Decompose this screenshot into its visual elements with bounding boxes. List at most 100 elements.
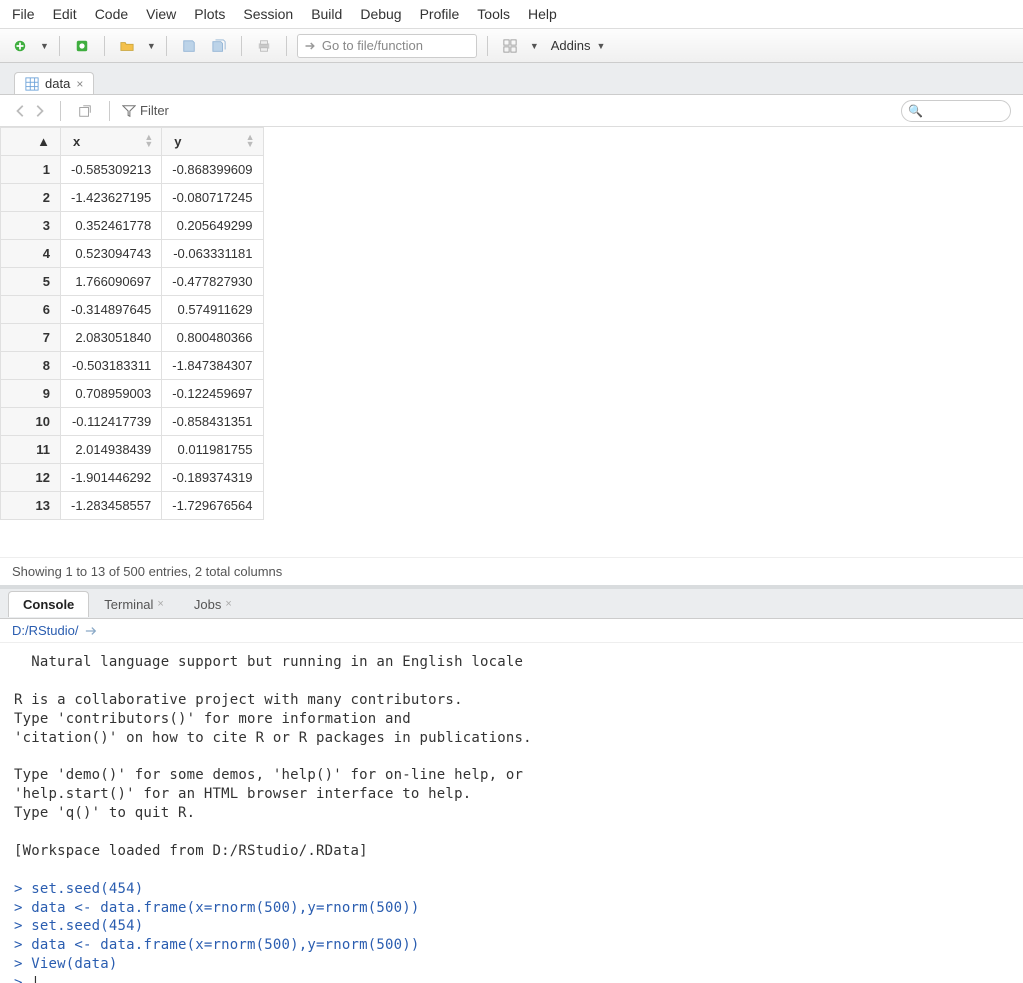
- console-command-line: > set.seed(454): [14, 917, 1009, 936]
- close-tab-icon[interactable]: ×: [157, 598, 163, 610]
- close-tab-icon[interactable]: ×: [76, 77, 83, 91]
- menu-session[interactable]: Session: [243, 6, 293, 22]
- bottom-tab-strip: Console Terminal×Jobs×: [0, 589, 1023, 619]
- menu-debug[interactable]: Debug: [360, 6, 401, 22]
- cell-x: 0.523094743: [61, 240, 162, 268]
- menu-build[interactable]: Build: [311, 6, 342, 22]
- addins-menu[interactable]: Addins ▼: [551, 38, 606, 53]
- cell-x: 2.014938439: [61, 436, 162, 464]
- menu-edit[interactable]: Edit: [53, 6, 77, 22]
- save-all-button[interactable]: [207, 34, 231, 58]
- tab-jobs[interactable]: Jobs×: [179, 591, 247, 617]
- cell-y: -0.868399609: [162, 156, 263, 184]
- column-header-x[interactable]: x ▲▼: [61, 128, 162, 156]
- cell-y: 0.800480366: [162, 324, 263, 352]
- cell-y: -0.477827930: [162, 268, 263, 296]
- separator: [241, 36, 242, 56]
- cell-x: -1.423627195: [61, 184, 162, 212]
- data-viewer-toolbar: Filter 🔍: [0, 95, 1023, 127]
- column-header-label: y: [174, 134, 181, 149]
- cell-x: 1.766090697: [61, 268, 162, 296]
- table-row[interactable]: 30.3524617780.205649299: [1, 212, 264, 240]
- close-tab-icon[interactable]: ×: [225, 598, 231, 610]
- menu-file[interactable]: File: [12, 6, 35, 22]
- console-command-line: > data <- data.frame(x=rnorm(500),y=rnor…: [14, 899, 1009, 918]
- row-number-cell: 7: [1, 324, 61, 352]
- search-icon: 🔍: [908, 104, 923, 118]
- popout-button[interactable]: [73, 99, 97, 123]
- cell-y: -0.189374319: [162, 464, 263, 492]
- document-tab-strip: data ×: [0, 63, 1023, 95]
- open-recent-dropdown-icon[interactable]: ▼: [147, 41, 156, 51]
- row-number-cell: 2: [1, 184, 61, 212]
- table-row[interactable]: 2-1.423627195-0.080717245: [1, 184, 264, 212]
- back-icon[interactable]: [12, 102, 30, 120]
- goto-file-function-input[interactable]: Go to file/function: [297, 34, 477, 58]
- table-row[interactable]: 1-0.585309213-0.868399609: [1, 156, 264, 184]
- cell-x: -0.112417739: [61, 408, 162, 436]
- goto-arrow-icon: [304, 40, 316, 52]
- row-number-cell: 3: [1, 212, 61, 240]
- row-number-header[interactable]: ▲: [1, 128, 61, 156]
- table-row[interactable]: 13-1.283458557-1.729676564: [1, 492, 264, 520]
- sort-icon: ▲▼: [246, 134, 255, 148]
- console-command-line: > set.seed(454): [14, 880, 1009, 899]
- console-command-line: > View(data): [14, 955, 1009, 974]
- filter-icon: [122, 104, 136, 118]
- console-command-line: > data <- data.frame(x=rnorm(500),y=rnor…: [14, 936, 1009, 955]
- menu-bar: File Edit Code View Plots Session Build Debug Pr…: [0, 0, 1023, 29]
- data-table: ▲ x ▲▼ y ▲▼ 1-0.585309213-0.8683996092-1…: [0, 127, 264, 520]
- open-file-button[interactable]: [115, 34, 139, 58]
- new-file-dropdown-icon[interactable]: ▼: [40, 41, 49, 51]
- row-number-cell: 13: [1, 492, 61, 520]
- table-row[interactable]: 10-0.112417739-0.858431351: [1, 408, 264, 436]
- cell-x: -0.314897645: [61, 296, 162, 324]
- table-row[interactable]: 90.708959003-0.122459697: [1, 380, 264, 408]
- cwd-text: D:/RStudio/: [12, 623, 78, 638]
- print-button[interactable]: [252, 34, 276, 58]
- tab-label: Console: [23, 597, 74, 612]
- menu-help[interactable]: Help: [528, 6, 557, 22]
- cell-x: -1.901446292: [61, 464, 162, 492]
- cell-x: 0.708959003: [61, 380, 162, 408]
- table-row[interactable]: 112.0149384390.011981755: [1, 436, 264, 464]
- console-working-dir: D:/RStudio/: [0, 619, 1023, 643]
- console-prompt[interactable]: > |: [14, 974, 1009, 983]
- save-button[interactable]: [177, 34, 201, 58]
- table-row[interactable]: 40.523094743-0.063331181: [1, 240, 264, 268]
- table-row[interactable]: 72.0830518400.800480366: [1, 324, 264, 352]
- console-output[interactable]: Natural language support but running in …: [0, 643, 1023, 983]
- cell-y: -0.858431351: [162, 408, 263, 436]
- pane-layout-dropdown-icon[interactable]: ▼: [530, 41, 539, 51]
- main-toolbar: ▼ ▼ Go to file/function ▼ Addins ▼: [0, 29, 1023, 63]
- forward-icon[interactable]: [30, 102, 48, 120]
- document-tab-label: data: [45, 76, 70, 91]
- table-row[interactable]: 6-0.3148976450.574911629: [1, 296, 264, 324]
- pane-layout-button[interactable]: [498, 34, 522, 58]
- data-table-scroll[interactable]: ▲ x ▲▼ y ▲▼ 1-0.585309213-0.8683996092-1…: [0, 127, 1023, 557]
- column-header-y[interactable]: y ▲▼: [162, 128, 263, 156]
- filter-button[interactable]: Filter: [122, 103, 169, 118]
- cell-y: -0.080717245: [162, 184, 263, 212]
- table-row[interactable]: 12-1.901446292-0.189374319: [1, 464, 264, 492]
- menu-plots[interactable]: Plots: [194, 6, 225, 22]
- menu-view[interactable]: View: [146, 6, 176, 22]
- separator: [286, 36, 287, 56]
- tab-terminal[interactable]: Terminal×: [89, 591, 179, 617]
- table-row[interactable]: 51.766090697-0.477827930: [1, 268, 264, 296]
- table-row[interactable]: 8-0.503183311-1.847384307: [1, 352, 264, 380]
- menu-code[interactable]: Code: [95, 6, 128, 22]
- document-tab-data[interactable]: data ×: [14, 72, 94, 94]
- cwd-arrow-icon[interactable]: [84, 625, 98, 637]
- cell-y: 0.205649299: [162, 212, 263, 240]
- row-number-cell: 6: [1, 296, 61, 324]
- menu-tools[interactable]: Tools: [477, 6, 510, 22]
- row-number-cell: 1: [1, 156, 61, 184]
- tab-console[interactable]: Console: [8, 591, 89, 617]
- new-file-button[interactable]: [8, 34, 32, 58]
- new-project-button[interactable]: [70, 34, 94, 58]
- cell-x: -0.585309213: [61, 156, 162, 184]
- separator: [166, 36, 167, 56]
- sort-asc-icon: ▲: [37, 134, 50, 149]
- menu-profile[interactable]: Profile: [420, 6, 460, 22]
